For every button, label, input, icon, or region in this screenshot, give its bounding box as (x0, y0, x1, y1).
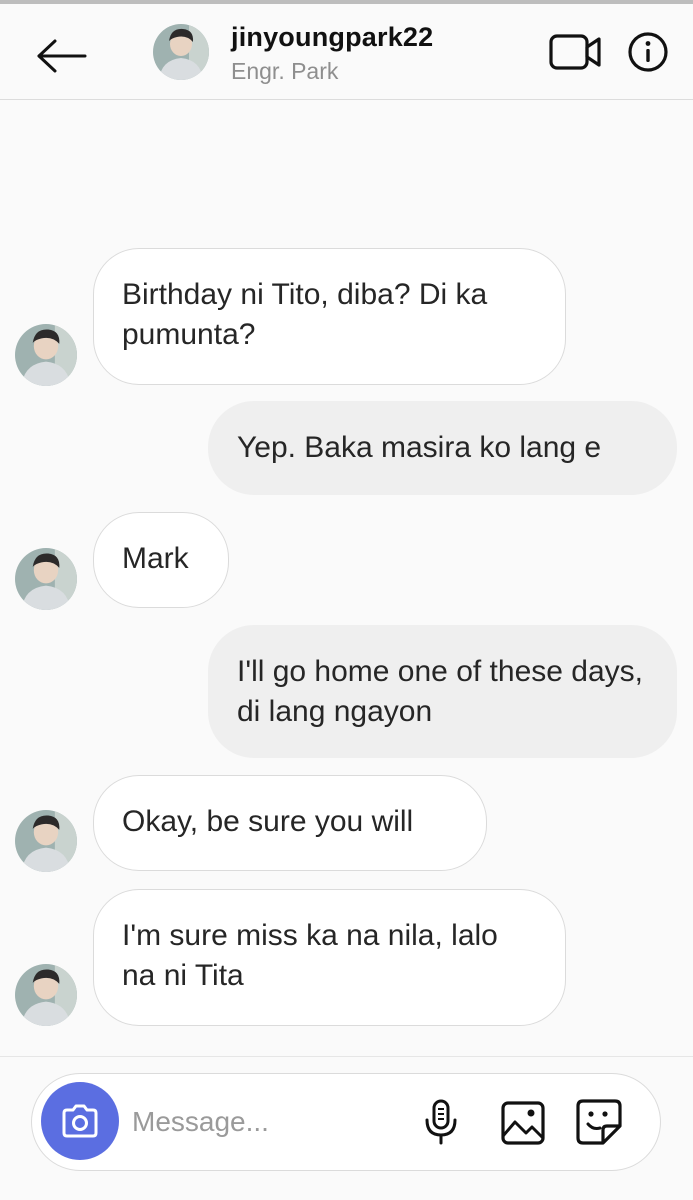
microphone-icon (425, 1099, 457, 1145)
avatar[interactable] (153, 24, 209, 80)
gallery-button[interactable] (500, 1100, 546, 1146)
dm-thread-screen: jinyoungpark22 Engr. Park Birthday ni Ti… (0, 0, 693, 1200)
avatar[interactable] (15, 964, 77, 1026)
arrow-left-icon (37, 39, 87, 73)
chat-username[interactable]: jinyoungpark22 (231, 22, 433, 53)
info-icon (628, 32, 668, 72)
message-bubble-incoming[interactable]: Birthday ni Tito, diba? Di ka pumunta? (93, 248, 566, 385)
info-button[interactable] (626, 30, 670, 74)
message-composer (31, 1073, 661, 1171)
message-input[interactable] (132, 1102, 402, 1142)
message-bubble-outgoing[interactable]: I'll go home one of these days, di lang … (208, 625, 677, 758)
message-bubble-incoming[interactable]: Mark (93, 512, 229, 608)
chat-subtitle: Engr. Park (231, 58, 339, 84)
message-bubble-incoming[interactable]: Okay, be sure you will (93, 775, 487, 871)
camera-button[interactable] (41, 1082, 119, 1160)
avatar[interactable] (15, 810, 77, 872)
message-bubble-outgoing[interactable]: Yep. Baka masira ko lang e (208, 401, 677, 495)
message-bubble-incoming[interactable]: I'm sure miss ka na nila, lalo na ni Tit… (93, 889, 566, 1026)
video-camera-icon (549, 34, 601, 70)
back-button[interactable] (30, 28, 92, 84)
gallery-icon (501, 1101, 545, 1145)
avatar[interactable] (15, 548, 77, 610)
divider (0, 1056, 693, 1057)
sticker-button[interactable] (575, 1098, 623, 1146)
avatar[interactable] (15, 324, 77, 386)
chat-header: jinyoungpark22 Engr. Park (0, 4, 693, 100)
camera-icon (62, 1104, 98, 1138)
sticker-icon (576, 1099, 622, 1145)
video-call-button[interactable] (545, 30, 605, 74)
microphone-button[interactable] (421, 1098, 461, 1146)
